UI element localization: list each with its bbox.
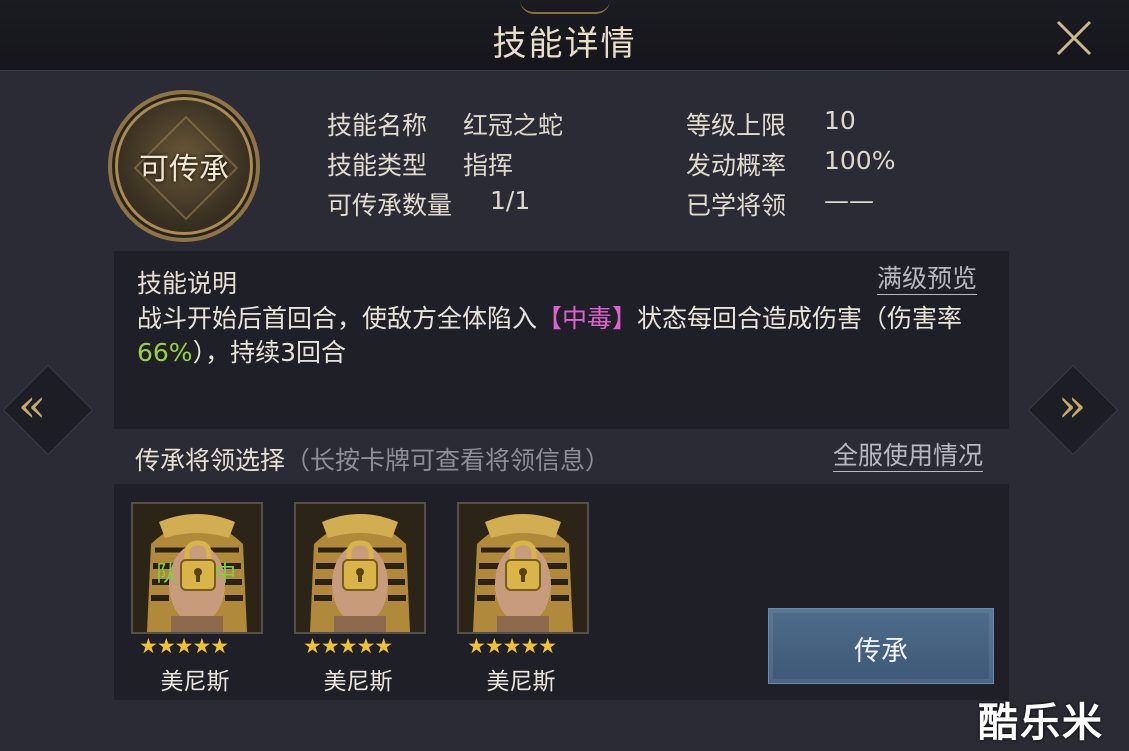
selection-hint: （长按卡牌可查看将领信息） xyxy=(285,446,611,475)
selection-heading: 传承将领选择（长按卡牌可查看将领信息） xyxy=(135,441,610,477)
lock-icon xyxy=(342,540,378,591)
trigger-rate-label: 发动概率 xyxy=(686,151,787,180)
inherit-button[interactable]: 传承 xyxy=(768,608,994,684)
learned-generals-label: 已学将领 xyxy=(686,191,787,220)
chevron-right-double-icon: » xyxy=(1058,378,1087,432)
inheritable-emblem: 可传承 xyxy=(108,90,260,242)
description-text-1: 战斗开始后首回合，使敌方全体陷入 xyxy=(137,304,538,333)
level-cap-value: 10 xyxy=(824,106,856,135)
general-name: 美尼斯 xyxy=(486,669,556,695)
star-rating: ★★★★★ xyxy=(303,634,393,658)
skill-name-label: 技能名称 xyxy=(327,111,428,140)
learned-generals-value: —— xyxy=(824,186,874,215)
inherit-count-label: 可传承数量 xyxy=(327,191,453,220)
description-text-3: ），持续3回合 xyxy=(192,338,346,367)
skill-description: 战斗开始后首回合，使敌方全体陷入【中毒】状态每回合造成伤害（伤害率 66%），持续… xyxy=(137,302,997,370)
general-name: 美尼斯 xyxy=(323,669,393,695)
trigger-rate-value: 100% xyxy=(824,146,896,175)
inherit-count-value: 1/1 xyxy=(490,186,531,215)
description-heading: 技能说明 xyxy=(137,269,238,298)
watermark: 酷乐米 xyxy=(978,700,1104,746)
server-usage-link[interactable]: 全服使用情况 xyxy=(833,441,984,472)
full-level-preview-link[interactable]: 满级预览 xyxy=(877,264,978,295)
inherit-button-label: 传承 xyxy=(854,636,908,667)
star-rating: ★★★★★ xyxy=(139,634,229,658)
chevron-left-double-icon: « xyxy=(18,378,47,432)
description-text-2: 状态每回合造成伤害（伤害率 xyxy=(637,304,963,333)
poison-status: 【中毒】 xyxy=(537,304,638,333)
selection-title: 传承将领选择 xyxy=(135,446,286,475)
star-rating: ★★★★★ xyxy=(467,634,557,658)
skill-type-label: 技能类型 xyxy=(327,151,428,180)
skill-name-value: 红冠之蛇 xyxy=(463,111,564,140)
level-cap-label: 等级上限 xyxy=(686,111,787,140)
emblem-label: 可传承 xyxy=(139,152,229,187)
team-tag: 队 xyxy=(156,562,179,587)
damage-rate: 66% xyxy=(137,338,193,367)
close-icon[interactable] xyxy=(1052,18,1096,58)
title-ornament xyxy=(520,0,610,14)
lock-icon xyxy=(505,540,541,591)
lock-icon xyxy=(180,540,216,591)
page-title: 技能详情 xyxy=(492,24,637,64)
general-name: 美尼斯 xyxy=(160,669,230,695)
prev-button[interactable] xyxy=(2,364,94,456)
skill-type-value: 指挥 xyxy=(463,151,514,180)
